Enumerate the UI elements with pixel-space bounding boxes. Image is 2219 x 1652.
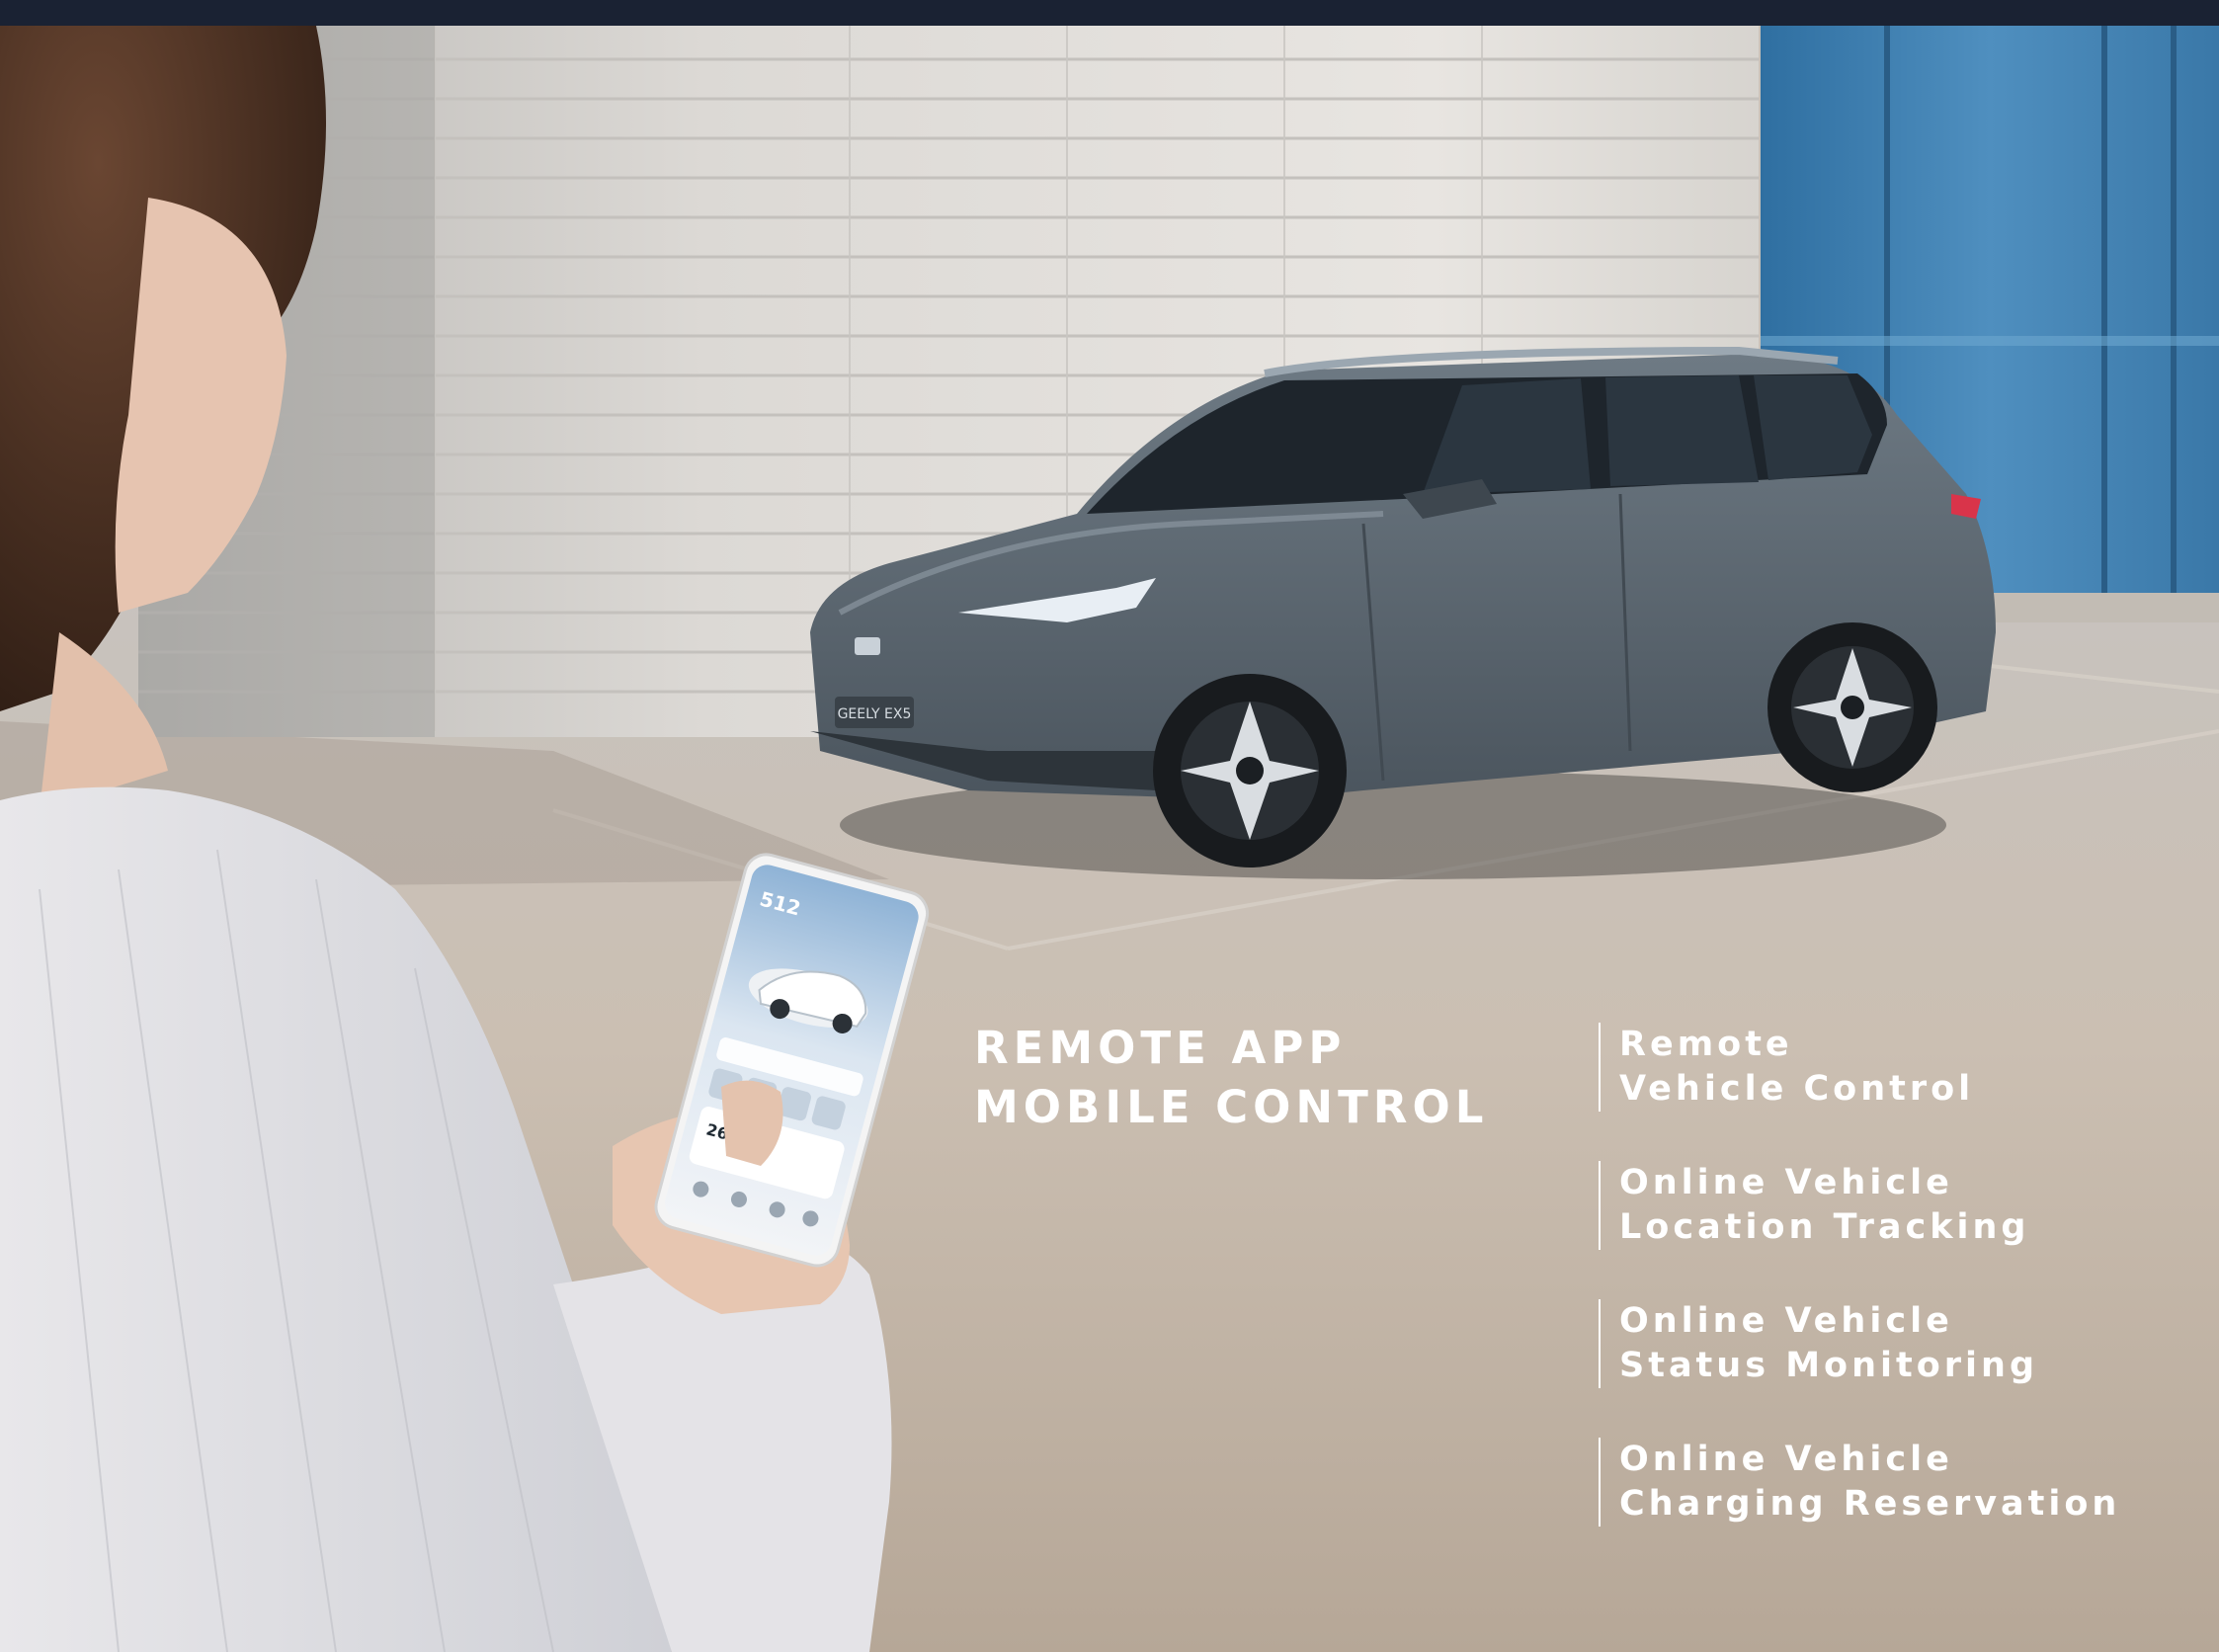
front-wheel xyxy=(1153,674,1347,867)
feature-line: Charging Reservation xyxy=(1619,1484,2121,1524)
feature-line: Remote xyxy=(1619,1025,1793,1064)
car-badge: GEELY EX5 xyxy=(838,706,912,722)
feature-line: Vehicle Control xyxy=(1619,1069,1975,1109)
feature-status-monitoring: Online Vehicle Status Monitoring xyxy=(1599,1299,2191,1388)
feature-list: Remote Vehicle Control Online Vehicle Lo… xyxy=(1599,1023,2191,1576)
feature-line: Online Vehicle xyxy=(1619,1440,1953,1479)
feature-location-tracking: Online Vehicle Location Tracking xyxy=(1599,1161,2191,1250)
headline: REMOTE APP MOBILE CONTROL xyxy=(974,1019,1488,1137)
headline-line-1: REMOTE APP xyxy=(974,1022,1347,1074)
feature-remote-vehicle-control: Remote Vehicle Control xyxy=(1599,1023,2191,1112)
feature-line: Status Monitoring xyxy=(1619,1346,2039,1385)
promo-scene: GEELY EX5 512 26 REMOTE APP MOBILE CONTR… xyxy=(0,0,2219,1652)
rear-wheel xyxy=(1767,622,1937,792)
feature-line: Online Vehicle xyxy=(1619,1163,1953,1202)
feature-line: Online Vehicle xyxy=(1619,1301,1953,1341)
top-strip xyxy=(0,0,2219,26)
feature-line: Location Tracking xyxy=(1619,1207,2030,1247)
headline-line-2: MOBILE CONTROL xyxy=(974,1081,1489,1133)
feature-charging-reservation: Online Vehicle Charging Reservation xyxy=(1599,1438,2191,1527)
